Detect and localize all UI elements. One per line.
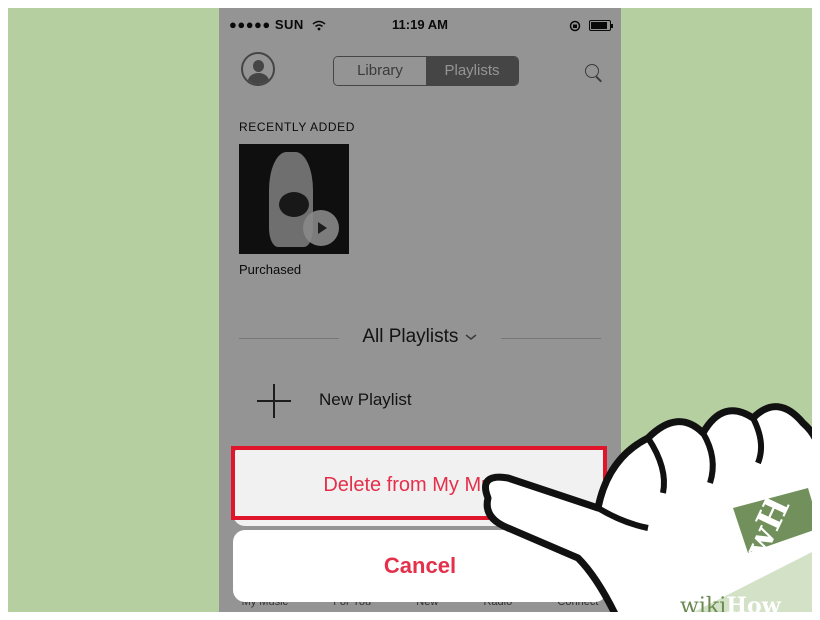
illustration-backdrop: ●●●●● SUN 11:19 AM Library Playlists REC… [8, 8, 812, 612]
watermark-wiki: wiki [680, 594, 727, 612]
pointing-hand-icon: wH [482, 403, 812, 612]
wikihow-watermark: wikiHow [680, 593, 781, 612]
image-frame: ●●●●● SUN 11:19 AM Library Playlists REC… [0, 0, 820, 620]
watermark-how: How [726, 593, 781, 612]
